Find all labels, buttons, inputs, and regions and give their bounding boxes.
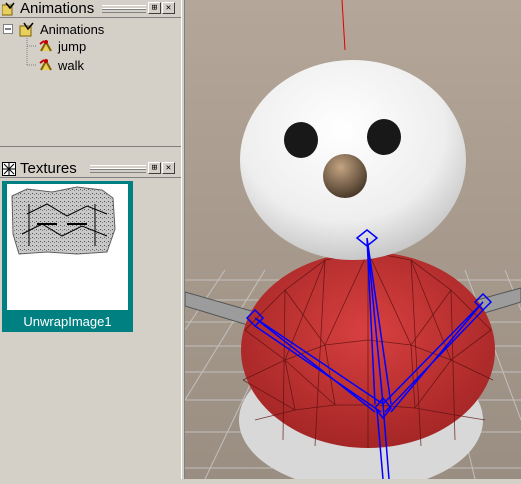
- texture-preview-image: [7, 184, 128, 310]
- animations-panel-icon: [2, 2, 15, 16]
- textures-panel-header[interactable]: Textures ⊞ ✕: [0, 160, 181, 178]
- textures-panel-icon: [2, 162, 16, 176]
- pin-button[interactable]: ⊞: [148, 2, 161, 14]
- textures-panel-title: Textures: [20, 160, 77, 177]
- left-dock: Animations ⊞ ✕ Animations jump walk Text…: [0, 0, 181, 479]
- panel-grip[interactable]: [90, 165, 146, 173]
- tree-item-walk[interactable]: walk: [58, 58, 84, 74]
- left-eye: [284, 122, 318, 158]
- 3d-viewport[interactable]: [184, 0, 521, 484]
- close-button[interactable]: ✕: [162, 162, 175, 174]
- animations-panel-header[interactable]: Animations ⊞ ✕: [0, 0, 181, 18]
- nose: [323, 154, 367, 198]
- animation-walk-icon: [39, 58, 52, 71]
- tree-item-animations-root[interactable]: Animations: [40, 22, 104, 38]
- texture-thumbnail-unwrapimage1[interactable]: UnwrapImage1: [2, 181, 133, 332]
- animations-tree: Animations jump walk: [0, 18, 178, 146]
- panel-divider[interactable]: [0, 146, 181, 161]
- close-button[interactable]: ✕: [162, 2, 175, 14]
- right-eye: [367, 119, 401, 155]
- pin-button[interactable]: ⊞: [148, 162, 161, 174]
- collapse-toggle-icon[interactable]: [3, 24, 14, 35]
- animations-folder-icon: [19, 22, 34, 37]
- viewport-scene: [184, 0, 521, 484]
- animations-panel-title: Animations: [20, 0, 95, 17]
- tree-item-jump[interactable]: jump: [58, 39, 86, 55]
- animation-jump-icon: [39, 39, 52, 52]
- texture-uv-map-icon: [11, 186, 116, 255]
- snowman-body: [241, 251, 495, 448]
- texture-label: UnwrapImage1: [23, 314, 112, 329]
- panel-grip[interactable]: [102, 5, 146, 13]
